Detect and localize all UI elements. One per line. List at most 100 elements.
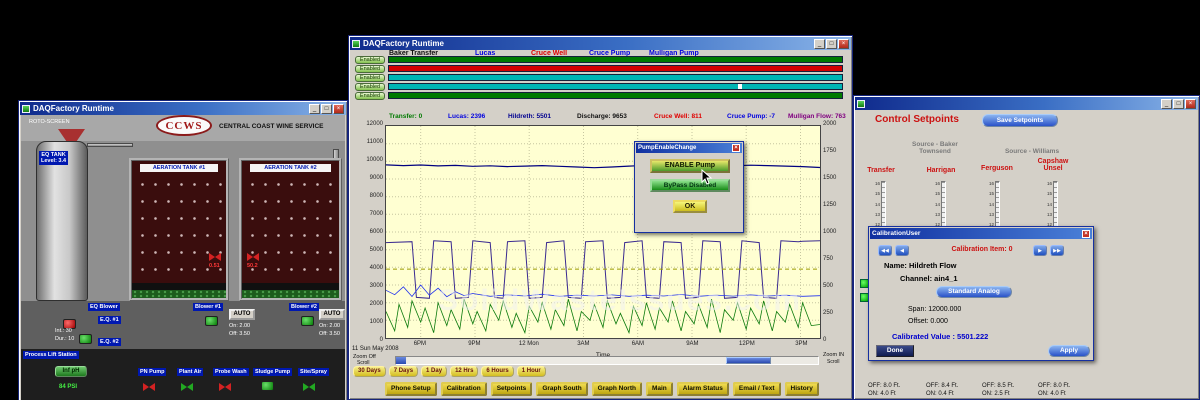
first-item-button[interactable]: ◀◀ — [878, 245, 892, 256]
slider-tick: 16 — [932, 181, 940, 186]
range-button-30-days[interactable]: 30 Days — [353, 366, 386, 377]
valve-icon[interactable] — [209, 253, 221, 261]
y-left-tick: 5000 — [370, 247, 383, 253]
range-button-7-days[interactable]: 7 Days — [389, 366, 418, 377]
range-button-6-hours[interactable]: 6 Hours — [481, 366, 513, 377]
done-button[interactable]: Done — [876, 345, 914, 357]
y-left-tick: 6000 — [370, 229, 383, 235]
minimize-button[interactable]: _ — [1161, 99, 1172, 109]
nav-button-main[interactable]: Main — [646, 382, 673, 396]
y-left-tick: 0 — [380, 337, 383, 343]
window-title: DAQFactory Runtime — [363, 39, 811, 48]
y-right-tick: 1250 — [823, 202, 836, 208]
blower2-auto-button[interactable]: AUTO — [319, 309, 345, 320]
blower2-on-setpoint: On: 2.00 — [319, 323, 340, 329]
save-setpoints-button[interactable]: Save Setpoints — [982, 114, 1058, 127]
y-left-tick: 10000 — [366, 157, 383, 163]
app-icon — [352, 40, 360, 48]
enable-button-cruce-well[interactable]: Enabled — [355, 74, 385, 82]
maximize-button[interactable]: □ — [1173, 99, 1184, 109]
valve-icon[interactable] — [219, 383, 231, 391]
range-button-12-hrs[interactable]: 12 Hrs — [450, 366, 478, 377]
slider-scale: 1615141312 — [872, 181, 880, 227]
level-readout-ferguson: OFF: 8.5 Ft.ON: 2.5 Ft — [982, 382, 1014, 397]
mouse-cursor-icon — [701, 169, 713, 185]
close-button[interactable]: × — [333, 104, 344, 114]
aeration-tank-2: AERATION TANK #2 — [239, 158, 342, 301]
slider-tick: 15 — [1044, 191, 1052, 196]
last-item-button[interactable]: ▶▶ — [1050, 245, 1064, 256]
close-icon[interactable]: × — [732, 144, 740, 152]
nav-button-email-text[interactable]: Email / Text — [733, 382, 781, 396]
enable-button-lucas[interactable]: Enabled — [355, 65, 385, 73]
enable-button-cruce-pump[interactable]: Enabled — [355, 83, 385, 91]
nav-button-graph-north[interactable]: Graph North — [592, 382, 642, 396]
blower2-icon[interactable] — [301, 316, 314, 326]
nav-button-calibration[interactable]: Calibration — [441, 382, 487, 396]
titlebar-trend-graph[interactable]: DAQFactory Runtime _ □ × — [350, 37, 851, 50]
y-left-tick: 4000 — [370, 265, 383, 271]
nav-button-setpoints[interactable]: Setpoints — [491, 382, 533, 396]
eq-pump-2-icon[interactable] — [79, 334, 92, 344]
minimize-button[interactable]: _ — [309, 104, 320, 114]
range-button-1-hour[interactable]: 1 Hour — [517, 366, 546, 377]
valve-reading-1: 0.51 — [209, 263, 220, 269]
blower1-icon[interactable] — [205, 316, 218, 326]
roto-screen-label: ROTO-SCREEN — [29, 119, 70, 125]
maximize-button[interactable]: □ — [826, 39, 837, 49]
ccws-logo: CCWS — [156, 115, 212, 136]
enable-button-mulligan-pump[interactable]: Enabled — [355, 92, 385, 100]
pn-pump-label: PN Pump — [138, 368, 166, 376]
inf-ph-button[interactable]: Inf pH — [55, 366, 87, 377]
setpoint-slider-harrigan[interactable]: 1615141312 — [932, 181, 950, 227]
titlebar-process-overview[interactable]: DAQFactory Runtime _ □ × — [20, 102, 346, 115]
valve-icon[interactable] — [143, 383, 155, 391]
close-button[interactable]: × — [838, 39, 849, 49]
valve-icon[interactable] — [181, 383, 193, 391]
apply-button[interactable]: Apply — [1048, 345, 1090, 357]
app-icon — [857, 100, 865, 108]
slider-tick: 14 — [932, 202, 940, 207]
setpoint-slider-transfer[interactable]: 1615141312 — [872, 181, 890, 227]
blower1-auto-button[interactable]: AUTO — [229, 309, 255, 320]
pipe — [87, 143, 133, 147]
window-process-overview: DAQFactory Runtime _ □ × ROTO-SCREEN CCW… — [18, 100, 348, 400]
titlebar-control-setpoints[interactable]: _ □ × — [855, 97, 1198, 110]
setpoint-slider-ferguson[interactable]: 1615141312 — [986, 181, 1004, 227]
sludge-pump-icon[interactable] — [261, 381, 274, 391]
aeration-tank-1: AERATION TANK #1 — [129, 158, 229, 301]
close-button[interactable]: × — [1185, 99, 1196, 109]
range-button-1-day[interactable]: 1 Day — [421, 366, 447, 377]
minimize-button[interactable]: _ — [814, 39, 825, 49]
run-bar-lucas — [388, 65, 843, 72]
dur-value: Dur.: 10 — [55, 336, 74, 342]
analog-type-button[interactable]: Standard Analog — [936, 286, 1012, 298]
scrollbar-left-arrow[interactable] — [396, 357, 406, 364]
bypass-button[interactable]: ByPass Disabled — [650, 179, 730, 192]
enable-pump-button[interactable]: ENABLE Pump — [650, 159, 730, 173]
calibration-name: Name: Hildreth Flow — [884, 261, 957, 270]
valve-icon[interactable] — [247, 253, 259, 261]
y-left-tick: 11000 — [367, 139, 383, 145]
nav-button-graph-south[interactable]: Graph South — [536, 382, 587, 396]
process-mimic: ROTO-SCREEN CCWS CENTRAL COAST WINE SERV… — [21, 115, 345, 400]
nav-button-history[interactable]: History — [785, 382, 819, 396]
calibration-dialog-titlebar[interactable]: CalibrationUser × — [870, 228, 1092, 239]
pump-enable-dialog-titlebar[interactable]: PumpEnableChange × — [636, 143, 742, 153]
previous-item-button[interactable]: ◀ — [895, 245, 909, 256]
slider-tick: 13 — [932, 212, 940, 217]
scrollbar-thumb[interactable] — [726, 357, 771, 364]
valve-icon[interactable] — [303, 383, 315, 391]
time-scrollbar[interactable] — [395, 356, 819, 365]
trend-chart[interactable] — [385, 125, 821, 339]
setpoint-slider-capshaw-unsel[interactable]: 1615141312 — [1044, 181, 1062, 227]
ok-button[interactable]: OK — [673, 200, 707, 213]
tank1-diffuser — [132, 290, 226, 298]
enable-button-baker-transfer[interactable]: Enabled — [355, 56, 385, 64]
maximize-button[interactable]: □ — [321, 104, 332, 114]
close-icon[interactable]: × — [1082, 230, 1090, 238]
blower1-label: Blower #1 — [193, 303, 223, 311]
nav-button-phone-setup[interactable]: Phone Setup — [385, 382, 437, 396]
nav-button-alarm-status[interactable]: Alarm Status — [677, 382, 729, 396]
offset-value: Offset: 0.000 — [908, 318, 948, 325]
